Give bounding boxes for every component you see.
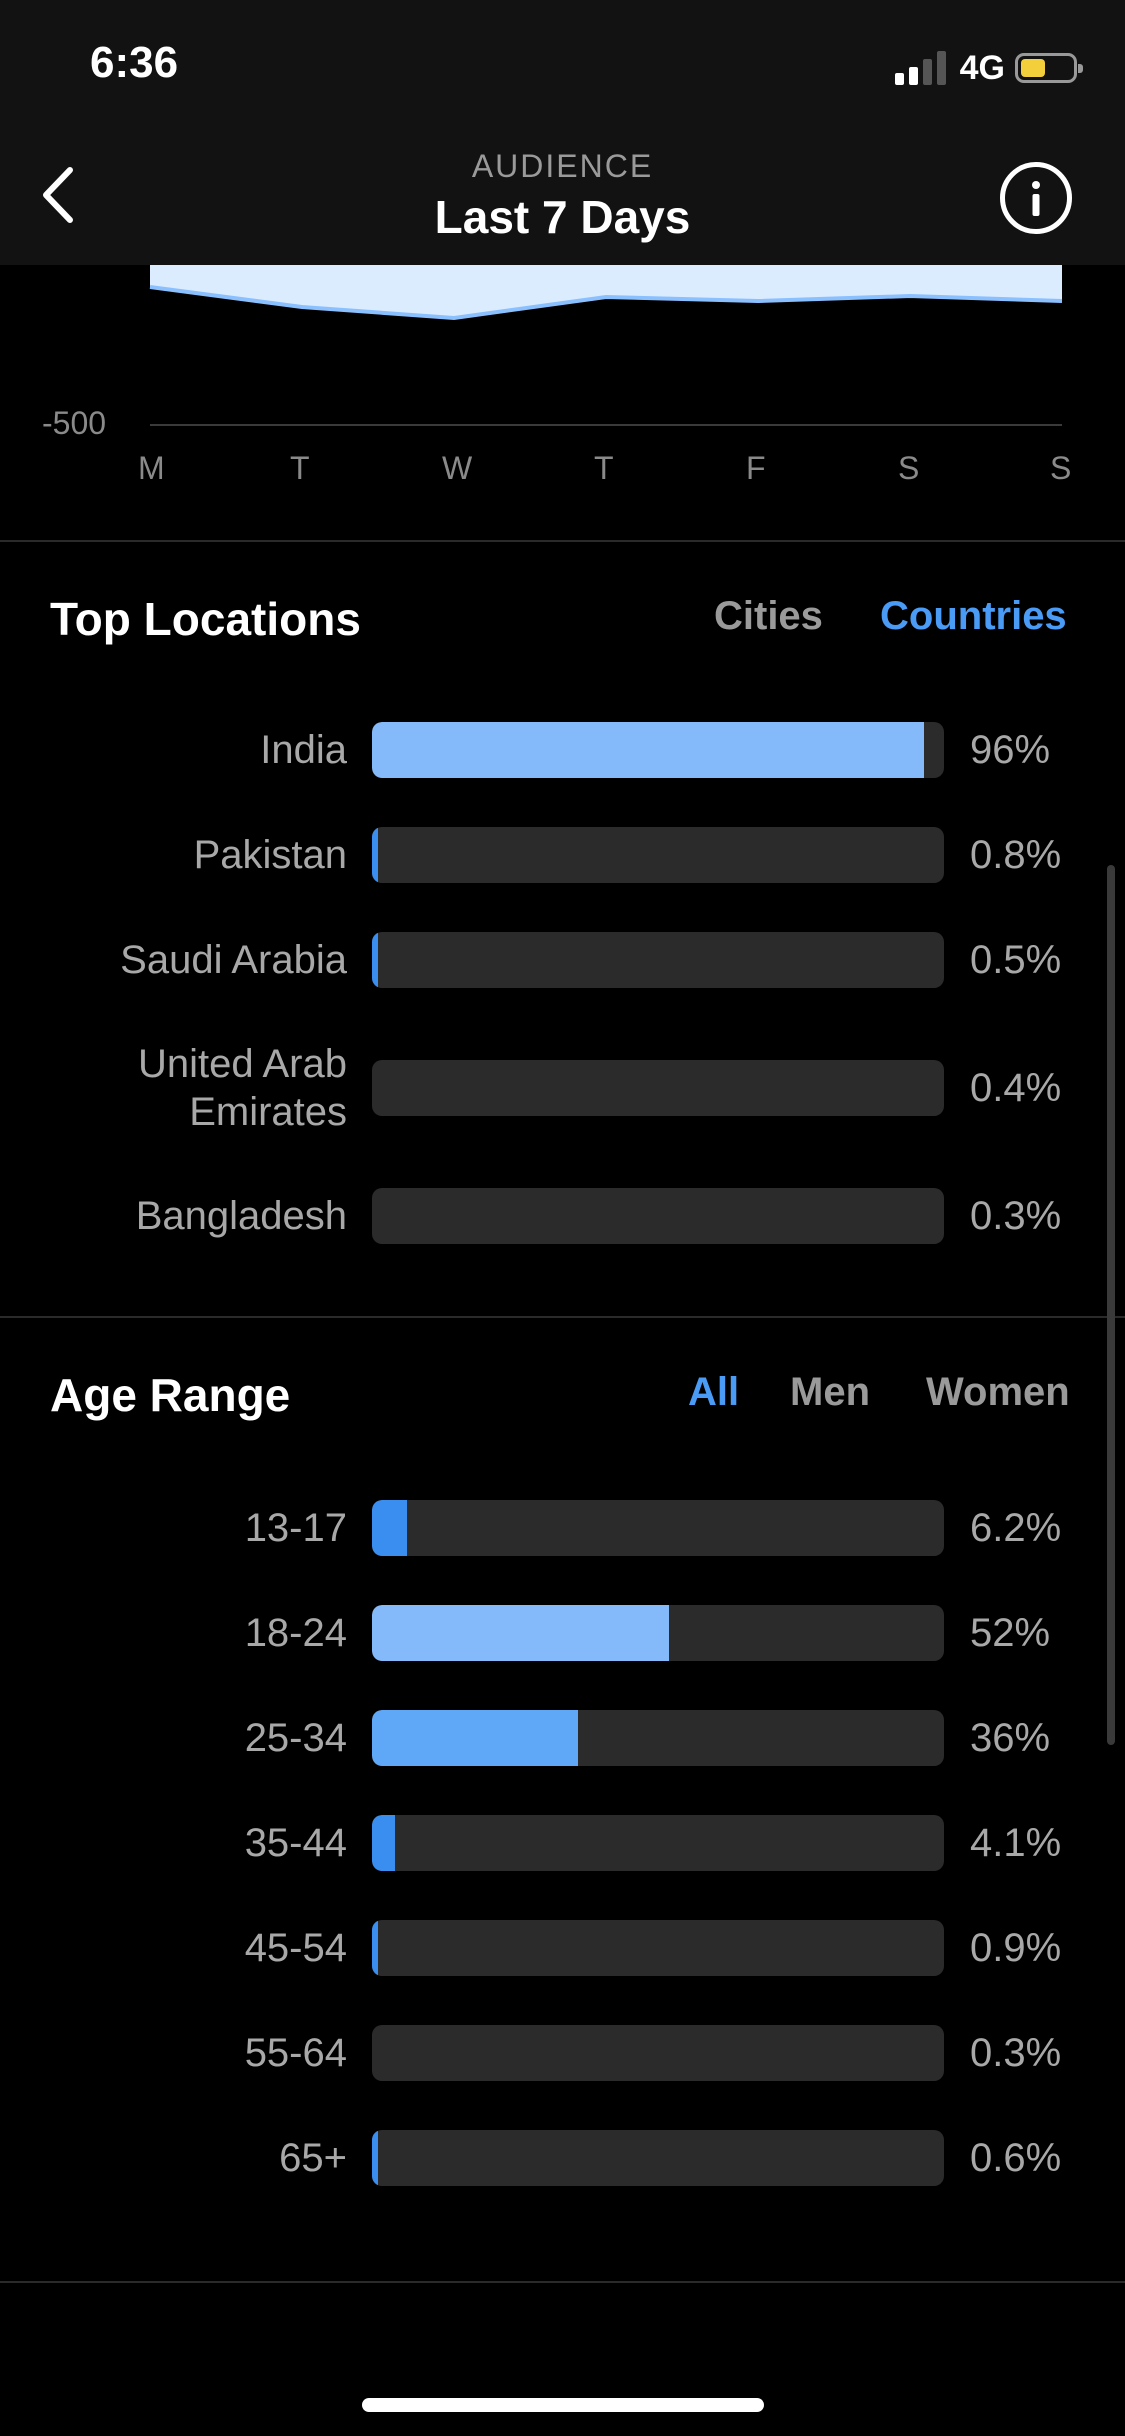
location-value: 96%: [970, 728, 1051, 772]
age-bar-fill: [372, 1500, 407, 1556]
age-bar-track: [372, 1500, 944, 1556]
location-bar-track: [372, 932, 944, 988]
location-label: Pakistan: [193, 833, 347, 877]
age-label: 45-54: [244, 1926, 347, 1970]
network-type: 4G: [959, 48, 1005, 87]
battery-icon: [1015, 53, 1083, 83]
info-icon: [1032, 181, 1040, 216]
x-tick-label: T: [594, 450, 614, 486]
top-locations-title: Top Locations: [50, 593, 361, 645]
x-tick-label: M: [138, 450, 165, 486]
location-label: Saudi Arabia: [120, 938, 347, 982]
location-bar-fill: [372, 827, 378, 883]
section-divider: [0, 1316, 1125, 1318]
x-tick-label: T: [290, 450, 310, 486]
age-value: 0.6%: [970, 2136, 1062, 2180]
scrollbar[interactable]: [1107, 865, 1115, 1745]
location-bar-track: [372, 827, 944, 883]
age-value: 6.2%: [970, 1506, 1062, 1550]
age-bar-track: [372, 2025, 944, 2081]
tab-all[interactable]: All: [688, 1370, 739, 1415]
age-bar-fill: [372, 1815, 395, 1871]
section-divider: [0, 2281, 1125, 2283]
age-bar-fill: [372, 1710, 578, 1766]
location-bar-track: [372, 722, 944, 778]
tab-women[interactable]: Women: [926, 1370, 1070, 1415]
age-bar-track: [372, 1815, 944, 1871]
location-value: 0.3%: [970, 1194, 1062, 1238]
age-label: 65+: [279, 2136, 347, 2180]
location-label: Bangladesh: [135, 1194, 347, 1238]
age-value: 4.1%: [970, 1821, 1062, 1865]
x-tick-label: S: [898, 450, 920, 486]
location-value: 0.8%: [970, 833, 1062, 877]
age-bar-track: [372, 1605, 944, 1661]
x-tick-label: F: [746, 450, 766, 486]
age-bar-track: [372, 2130, 944, 2186]
age-bar-track: [372, 1920, 944, 1976]
age-bar-fill: [372, 1920, 378, 1976]
tab-men[interactable]: Men: [790, 1370, 870, 1415]
home-indicator[interactable]: [362, 2398, 764, 2412]
age-value: 0.9%: [970, 1926, 1062, 1970]
age-bar-track: [372, 1710, 944, 1766]
y-tick-label: -500: [42, 405, 107, 441]
info-button[interactable]: [1000, 162, 1072, 234]
age-label: 35-44: [244, 1821, 347, 1865]
page-subtitle: AUDIENCE: [471, 148, 654, 184]
age-bar-fill: [372, 2130, 378, 2186]
location-label: United Arab Emirates: [137, 1042, 347, 1134]
location-value: 0.5%: [970, 938, 1062, 982]
section-divider: [0, 540, 1125, 542]
age-value: 36%: [970, 1716, 1051, 1760]
age-value: 0.3%: [970, 2031, 1062, 2075]
status-time: 6:36: [90, 38, 179, 87]
status-indicators: 4G: [894, 48, 1083, 88]
tab-cities[interactable]: Cities: [714, 594, 823, 639]
followers-chart: [149, 265, 1063, 321]
x-tick-label: W: [442, 450, 473, 486]
chart-baseline: [150, 424, 1062, 426]
location-bar-track: [372, 1060, 944, 1116]
age-value: 52%: [970, 1611, 1051, 1655]
age-range-title: Age Range: [50, 1369, 291, 1421]
location-bar-track: [372, 1188, 944, 1244]
age-label: 25-34: [244, 1716, 347, 1760]
location-value: 0.4%: [970, 1066, 1062, 1110]
age-label: 55-64: [244, 2031, 347, 2075]
signal-icon: [894, 51, 946, 85]
location-bar-fill: [372, 932, 378, 988]
chart-area: [150, 265, 1062, 318]
age-bar-fill: [372, 1605, 669, 1661]
location-label: India: [260, 728, 347, 772]
page-title: Last 7 Days: [434, 191, 691, 243]
age-label: 13-17: [244, 1506, 347, 1550]
tab-countries[interactable]: Countries: [880, 594, 1067, 639]
location-bar-fill: [372, 722, 924, 778]
x-tick-label: S: [1050, 450, 1072, 486]
age-label: 18-24: [244, 1611, 347, 1655]
